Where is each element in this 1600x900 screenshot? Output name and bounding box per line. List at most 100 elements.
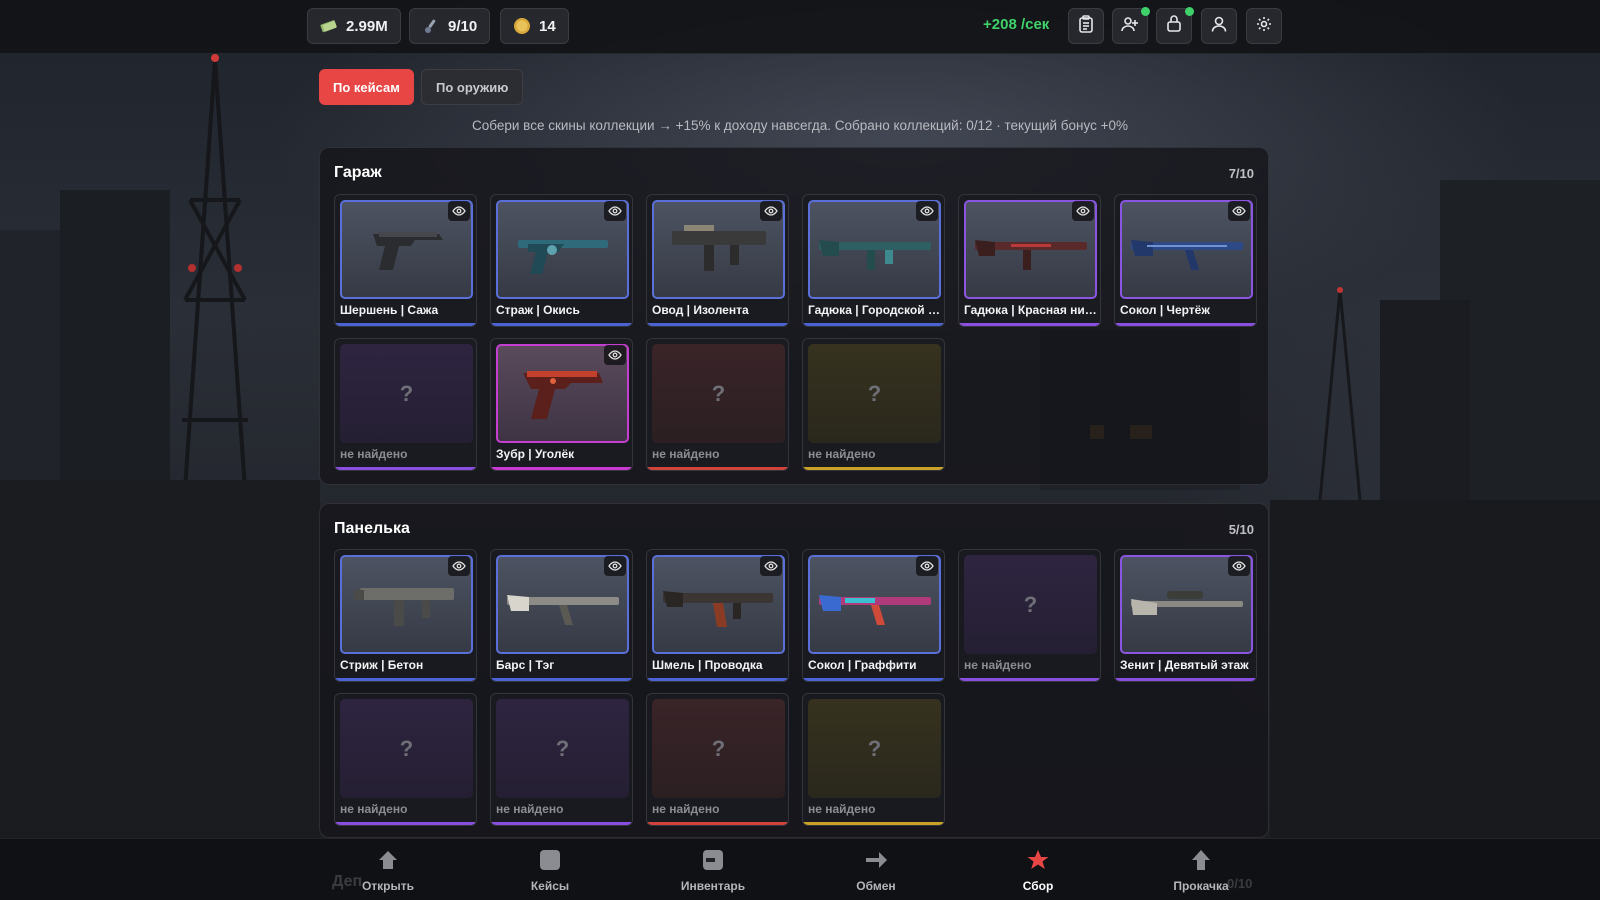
nav-cases[interactable]: Кейсы — [495, 849, 605, 893]
skin-name: Зубр | Уголёк — [496, 447, 575, 461]
skin-name: Сокол | Чертёж — [1120, 303, 1210, 317]
friends-button[interactable] — [1112, 7, 1150, 44]
inventory-icon — [702, 849, 724, 876]
profile-button[interactable] — [1201, 8, 1237, 44]
collection-title: Гараж — [334, 164, 382, 181]
unknown-mark: ? — [711, 735, 726, 761]
nav-trade[interactable]: Обмен — [821, 849, 931, 893]
pistol-icon — [517, 239, 608, 274]
skin-card-locked[interactable]: ? не найдено — [646, 338, 789, 471]
skin-card[interactable]: Сокол | Чертёж — [1114, 194, 1257, 327]
skin-card[interactable]: Сокол | Граффити — [802, 549, 945, 682]
skin-name: не найдено — [652, 447, 720, 461]
skin-card[interactable]: Шмель | Проводка — [646, 549, 789, 682]
eye-icon[interactable] — [916, 201, 938, 221]
skin-name: не найдено — [652, 802, 720, 816]
rarity-bar — [335, 467, 476, 470]
add-friend-icon — [1121, 16, 1139, 37]
rarity-bar — [803, 678, 944, 681]
skin-card[interactable]: Барс | Тэг — [490, 549, 633, 682]
sniper-rifle-icon — [1130, 590, 1243, 615]
eye-icon[interactable] — [760, 201, 782, 221]
keys-value: 9/10 — [448, 17, 478, 35]
smg-icon — [353, 587, 454, 626]
skin-card-locked[interactable]: ? не найдено — [490, 693, 633, 826]
top-bar: 2.99M 9/10 14 +208 /сек — [0, 0, 1600, 54]
lock-icon — [1167, 15, 1181, 37]
skin-card[interactable]: Овод | Изолента — [646, 194, 789, 327]
nav-label: Сбор — [1022, 879, 1054, 893]
coins-value: 14 — [539, 17, 556, 35]
eye-icon[interactable] — [1228, 556, 1250, 576]
rarity-bar — [491, 678, 632, 681]
unknown-mark: ? — [711, 380, 726, 406]
house-icon — [377, 849, 399, 876]
skin-card[interactable]: Зенит | Девятый этаж — [1114, 549, 1257, 682]
skin-name: не найдено — [808, 447, 876, 461]
nav-label: Открыть — [361, 879, 415, 893]
skin-card[interactable]: Страж | Окись — [490, 194, 633, 327]
pistol-icon — [522, 370, 603, 419]
rarity-bar — [803, 822, 944, 825]
smg-icon — [671, 224, 766, 271]
rifle-icon — [1130, 239, 1243, 270]
skin-card-locked[interactable]: ? не найдено — [334, 693, 477, 826]
skin-name: Гадюка | Красная нить — [964, 303, 1098, 317]
eye-icon[interactable] — [604, 201, 626, 221]
tab-by-case[interactable]: По кейсам — [319, 69, 414, 105]
skin-name: Шмель | Проводка — [652, 658, 763, 672]
nav-inventory[interactable]: Инвентарь — [658, 849, 768, 893]
rarity-bar — [803, 467, 944, 470]
skin-name: Зенит | Девятый этаж — [1120, 658, 1249, 672]
income-rate: +208 /сек — [983, 16, 1050, 33]
next-collection-title-peek: Деп — [332, 873, 363, 890]
skin-card[interactable]: Шершень | Сажа — [334, 194, 477, 327]
rarity-bar — [1115, 678, 1256, 681]
rarity-bar — [335, 323, 476, 326]
skin-image-placeholder: ? — [808, 699, 941, 798]
collection-panel-panelka: Панелька 5/10 Стриж | Бетон Барс | Тэг Ш… — [319, 503, 1269, 838]
eye-icon[interactable] — [1228, 201, 1250, 221]
star-icon — [1027, 849, 1049, 876]
eye-icon[interactable] — [448, 201, 470, 221]
unknown-mark: ? — [555, 735, 570, 761]
nav-label: Обмен — [856, 879, 896, 893]
collection-panel-garage: Гараж 7/10 Шершень | Сажа Страж | Окись … — [319, 147, 1269, 485]
skin-name: не найдено — [808, 802, 876, 816]
eye-icon[interactable] — [604, 345, 626, 365]
skin-card-locked[interactable]: ? не найдено — [802, 693, 945, 826]
rarity-bar — [491, 822, 632, 825]
eye-icon[interactable] — [760, 556, 782, 576]
skin-card-locked[interactable]: ? не найдено — [958, 549, 1101, 682]
eye-icon[interactable] — [916, 556, 938, 576]
skin-card[interactable]: Гадюка | Городской к... — [802, 194, 945, 327]
eye-icon[interactable] — [604, 556, 626, 576]
skin-card-locked[interactable]: ? не найдено — [646, 693, 789, 826]
settings-button[interactable] — [1246, 8, 1282, 44]
nav-label: Инвентарь — [680, 879, 746, 893]
rarity-bar — [647, 822, 788, 825]
smg-icon — [662, 590, 773, 627]
pistol-icon — [372, 231, 443, 270]
lock-button[interactable] — [1156, 7, 1194, 44]
skin-card[interactable]: Стриж | Бетон — [334, 549, 477, 682]
skin-card-locked[interactable]: ? не найдено — [802, 338, 945, 471]
skin-image-placeholder: ? — [340, 699, 473, 798]
eye-icon[interactable] — [448, 556, 470, 576]
eye-icon[interactable] — [1072, 201, 1094, 221]
skin-name: не найдено — [340, 802, 408, 816]
money-value: 2.99M — [346, 17, 388, 35]
skin-card[interactable]: Гадюка | Красная нить — [958, 194, 1101, 327]
rarity-bar — [335, 822, 476, 825]
skin-card-locked[interactable]: ? не найдено — [334, 338, 477, 471]
notification-dot — [1185, 7, 1194, 16]
key-icon — [422, 17, 440, 35]
skin-card[interactable]: Зубр | Уголёк — [490, 338, 633, 471]
case-icon — [539, 849, 561, 876]
quests-button[interactable] — [1068, 8, 1104, 44]
bottom-navigation: Открыть Кейсы Инвентарь Обмен Сбор Прока… — [0, 838, 1600, 900]
tab-by-weapon[interactable]: По оружию — [421, 69, 524, 105]
gear-icon — [1256, 16, 1272, 37]
skin-image-placeholder: ? — [964, 555, 1097, 654]
nav-collect[interactable]: Сбор — [983, 849, 1093, 893]
